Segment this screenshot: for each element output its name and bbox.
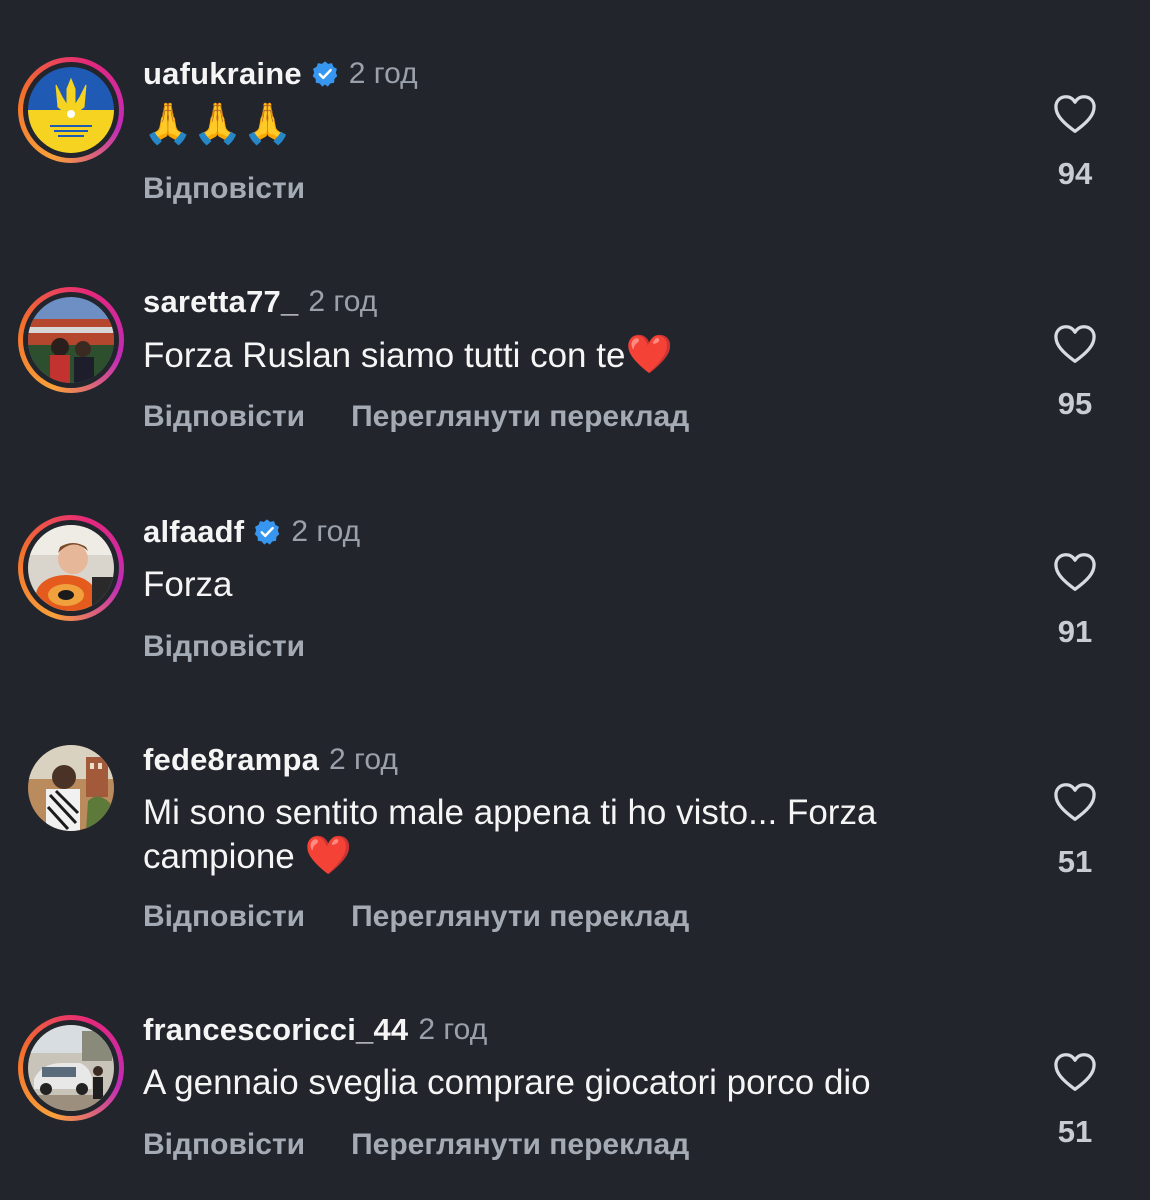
username[interactable]: saretta77_ <box>143 284 298 320</box>
reply-button[interactable]: Відповісти <box>143 400 305 434</box>
comment-time: 2 год <box>329 743 398 776</box>
comment-text-body: Mi sono sentito male appena ti ho visto.… <box>143 793 877 876</box>
comment-text: Mi sono sentito male appena ti ho visto.… <box>143 791 983 878</box>
heart-emoji-icon: ❤️ <box>625 332 673 376</box>
see-translation-button[interactable]: Переглянути переклад <box>351 400 689 434</box>
avatar[interactable] <box>28 297 114 383</box>
username[interactable]: francescoricci_44 <box>143 1012 408 1048</box>
avatar-wrapper[interactable] <box>18 735 124 841</box>
avatar[interactable] <box>28 1025 114 1111</box>
story-ring[interactable] <box>18 515 124 621</box>
comment-text: A gennaio sveglia comprare giocatori por… <box>143 1063 871 1102</box>
car-photo-icon <box>28 1025 114 1111</box>
heart-icon[interactable] <box>1053 94 1097 134</box>
heart-emoji-icon: ❤️ <box>304 833 352 877</box>
like-count: 94 <box>1057 156 1093 191</box>
story-ring[interactable] <box>18 1015 124 1121</box>
comment-text-body: Forza Ruslan siamo tutti con te <box>143 336 626 375</box>
reply-button[interactable]: Відповісти <box>143 630 305 664</box>
outdoor-photo-icon <box>28 745 114 831</box>
avatar[interactable] <box>28 745 114 831</box>
like-count: 95 <box>1057 386 1093 421</box>
verified-badge-icon <box>255 519 280 545</box>
see-translation-button[interactable]: Переглянути переклад <box>351 900 689 934</box>
stadium-photo-icon <box>28 297 114 383</box>
comment-text: Forza <box>143 565 233 604</box>
verified-badge-icon <box>312 61 338 87</box>
heart-icon[interactable] <box>1053 1052 1097 1092</box>
comment-time: 2 год <box>308 285 378 318</box>
comments-list: uafukraine 2 год 🙏🙏🙏 Відповісти 94 saret… <box>0 0 1150 1200</box>
comment-time: 2 год <box>291 515 361 548</box>
comment-text: Forza Ruslan siamo tutti con te❤️ <box>143 333 983 377</box>
heart-icon[interactable] <box>1053 782 1097 822</box>
like-count: 51 <box>1057 1114 1093 1149</box>
comment-time: 2 год <box>418 1013 488 1046</box>
like-count: 91 <box>1057 614 1093 649</box>
username[interactable]: alfaadf <box>143 514 244 550</box>
comment-text: 🙏🙏🙏 <box>143 101 293 147</box>
like-count: 51 <box>1057 844 1093 879</box>
username[interactable]: uafukraine <box>143 56 302 92</box>
see-translation-button[interactable]: Переглянути переклад <box>351 1128 689 1162</box>
avatar[interactable] <box>28 525 114 611</box>
reply-button[interactable]: Відповісти <box>143 1128 305 1162</box>
story-ring[interactable] <box>18 287 124 393</box>
story-ring[interactable] <box>18 57 124 163</box>
heart-icon[interactable] <box>1053 552 1097 592</box>
person-photo-icon <box>28 525 114 611</box>
heart-icon[interactable] <box>1053 324 1097 364</box>
avatar[interactable] <box>28 67 114 153</box>
reply-button[interactable]: Відповісти <box>143 172 305 206</box>
username[interactable]: fede8rampa <box>143 742 319 778</box>
reply-button[interactable]: Відповісти <box>143 900 305 934</box>
ukrainian-football-association-logo-icon <box>28 67 114 153</box>
comment-time: 2 год <box>348 57 418 90</box>
